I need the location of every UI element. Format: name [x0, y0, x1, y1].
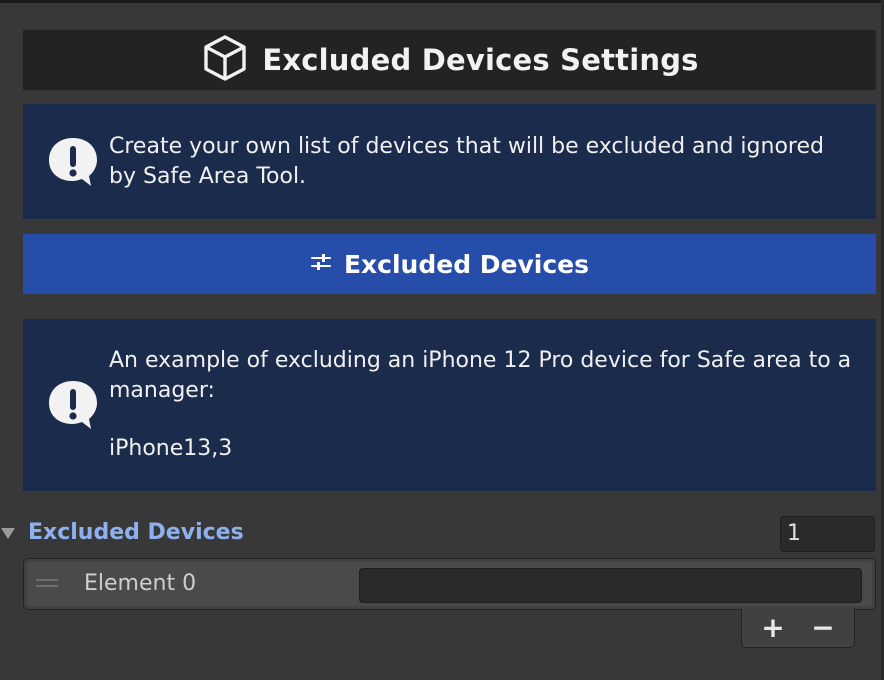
- excluded-devices-list-title[interactable]: Excluded Devices: [28, 520, 244, 545]
- info-example-text: An example of excluding an iPhone 12 Pro…: [109, 346, 876, 464]
- list-footer-buttons: + −: [741, 609, 855, 648]
- excluded-devices-button[interactable]: Excluded Devices: [23, 234, 876, 294]
- excluded-devices-button-label: Excluded Devices: [343, 249, 590, 279]
- element-label: Element 0: [84, 571, 197, 596]
- info-box-example: An example of excluding an iPhone 12 Pro…: [23, 319, 876, 491]
- settings-header: Excluded Devices Settings: [23, 30, 876, 90]
- element-value-field[interactable]: [359, 568, 862, 603]
- exclamation-bubble-icon: [45, 134, 101, 190]
- header-title: Excluded Devices Settings: [262, 43, 699, 77]
- info-description-text: Create your own list of devices that wil…: [109, 132, 876, 192]
- foldout-arrow-icon[interactable]: [1, 528, 15, 539]
- add-element-button[interactable]: +: [756, 612, 790, 644]
- info-example-line: An example of excluding an iPhone 12 Pro…: [109, 348, 852, 403]
- list-item: Element 0: [27, 562, 872, 606]
- remove-element-button[interactable]: −: [806, 612, 840, 644]
- cube-icon: [200, 33, 250, 87]
- excluded-devices-list-header: Excluded Devices 1: [0, 516, 884, 554]
- list-size-field[interactable]: 1: [780, 516, 875, 552]
- drag-handle-icon[interactable]: [36, 579, 58, 587]
- exclamation-bubble-icon: [45, 377, 101, 433]
- info-box-description: Create your own list of devices that wil…: [23, 104, 876, 219]
- window-top-border: [0, 0, 884, 3]
- excluded-devices-list: Element 0: [23, 558, 876, 610]
- sliders-icon: [310, 251, 332, 277]
- info-example-device-id: iPhone13,3: [109, 436, 233, 461]
- info-description-line: Create your own list of devices that wil…: [109, 133, 824, 189]
